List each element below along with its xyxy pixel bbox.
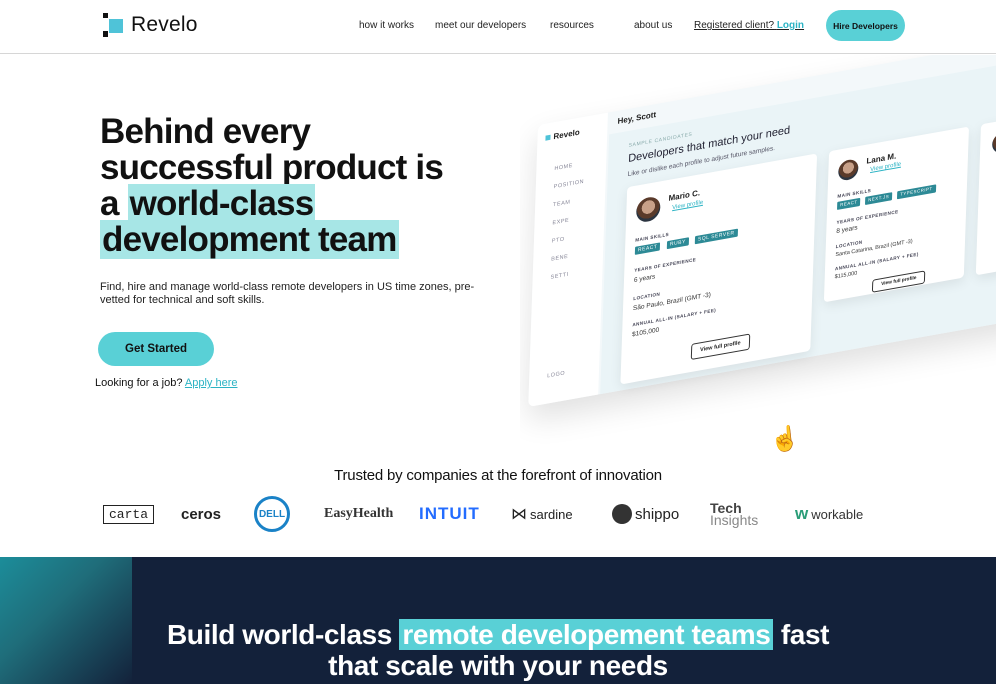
ceros-logo: ceros bbox=[181, 505, 222, 523]
skill-tag: REACT bbox=[634, 242, 661, 255]
revelo-logo-mark-icon bbox=[103, 13, 125, 37]
headline-line-4: development team bbox=[100, 220, 520, 259]
mockup-sidebar-item: PTO bbox=[551, 236, 565, 245]
nav-link-about-us[interactable]: about us bbox=[634, 20, 672, 31]
headline-line-2: successful product is bbox=[100, 148, 444, 187]
nav-link-how-it-works[interactable]: how it works bbox=[359, 20, 414, 31]
insights-text: Insights bbox=[710, 512, 759, 528]
mockup-sidebar-item: HOME bbox=[554, 162, 573, 173]
skill-tag: SQL SERVER bbox=[694, 228, 738, 245]
workable-mark-icon: w bbox=[795, 504, 809, 523]
workable-logo-text: workable bbox=[811, 506, 864, 522]
avatar bbox=[635, 195, 661, 224]
avatar bbox=[991, 130, 996, 155]
mockup-sidebar-item: EXPE bbox=[552, 217, 570, 227]
mockup-sidebar-item: BENE bbox=[551, 253, 569, 263]
sardine-mark-icon: ⋈ bbox=[511, 506, 527, 523]
location-label: LOCATION bbox=[633, 291, 661, 302]
client-logos: carta ceros DELL EasyHealth INTUIT ⋈ sard… bbox=[0, 492, 996, 536]
job-prompt-text: Looking for a job? bbox=[95, 377, 183, 389]
shippo-mark-icon bbox=[612, 504, 632, 524]
nav-link-resources[interactable]: resources bbox=[550, 20, 594, 31]
salary-value: $115,000 bbox=[834, 270, 858, 281]
mockup-sidebar-item: TEAM bbox=[552, 199, 571, 209]
headline-line-1: Behind every bbox=[100, 112, 311, 151]
view-full-profile-button: View full profile bbox=[690, 333, 750, 361]
easyhealth-logo: EasyHealth bbox=[324, 506, 394, 521]
hire-developers-button[interactable]: Hire Developers bbox=[826, 10, 905, 41]
sardine-logo-text: sardine bbox=[530, 506, 573, 522]
login-link[interactable]: Login bbox=[777, 20, 804, 31]
mockup-sidebar-item: LOGO bbox=[547, 370, 566, 380]
top-navbar: Revelo how it works meet our developers … bbox=[0, 0, 996, 54]
carta-logo: carta bbox=[103, 492, 155, 536]
shippo-logo-text: shippo bbox=[635, 505, 680, 523]
apply-here-link[interactable]: Apply here bbox=[185, 377, 238, 389]
mockup-sidebar: Revelo HOME POSITION TEAM EXPE PTO BENE … bbox=[528, 112, 608, 407]
workable-logo: w workable bbox=[795, 492, 863, 536]
bottom-banner: Build world-class remote developement te… bbox=[0, 557, 996, 684]
mockup-logo: Revelo bbox=[545, 128, 580, 143]
candidate-card: Lana M. View profile MAIN SKILLS REACT N… bbox=[823, 126, 970, 303]
trusted-by-heading: Trusted by companies at the forefront of… bbox=[334, 467, 662, 484]
headline-line-3: a world-class bbox=[100, 184, 520, 223]
banner-title-suffix: fast bbox=[773, 619, 830, 650]
intuit-logo: INTUIT bbox=[419, 504, 480, 523]
logo-text: Revelo bbox=[131, 13, 198, 36]
registered-client: Registered client? Login bbox=[694, 20, 804, 31]
shippo-logo: shippo bbox=[612, 492, 679, 536]
banner-title-highlight: remote developement teams bbox=[399, 619, 774, 650]
banner-title: Build world-class remote developement te… bbox=[0, 619, 996, 681]
skill-tag: REACT bbox=[836, 197, 861, 210]
get-started-button[interactable]: Get Started bbox=[98, 332, 214, 366]
hero-headline: Behind every successful product is a wor… bbox=[100, 112, 520, 259]
salary-value: $105,000 bbox=[631, 326, 660, 339]
banner-title-prefix: Build world-class bbox=[166, 619, 400, 650]
skill-tag: NEXT.JS bbox=[864, 192, 893, 206]
hand-cursor-icon: ☝ bbox=[768, 424, 802, 455]
product-mockup: Revelo HOME POSITION TEAM EXPE PTO BENE … bbox=[520, 55, 996, 455]
avatar bbox=[837, 158, 859, 182]
salary-label: ANNUAL ALL-IN (SALARY + FEE) bbox=[632, 307, 717, 328]
nav-link-meet-developers[interactable]: meet our developers bbox=[435, 20, 526, 31]
mockup-sidebar-item: POSITION bbox=[553, 178, 585, 191]
headline-highlight-world-class: world-class bbox=[127, 184, 316, 223]
skills-label: MAIN SKILLS bbox=[635, 231, 670, 243]
hero-subtitle: Find, hire and manage world-class remote… bbox=[100, 281, 475, 306]
revelo-logo[interactable]: Revelo bbox=[103, 12, 198, 38]
carta-logo-text: carta bbox=[103, 504, 155, 524]
dell-logo: DELL bbox=[254, 496, 290, 532]
view-profile-link: View profile bbox=[672, 199, 704, 212]
experience-label: YEARS OF EXPERIENCE bbox=[634, 256, 697, 274]
mockup-screen: Revelo HOME POSITION TEAM EXPE PTO BENE … bbox=[528, 55, 996, 407]
experience-value: 6 years bbox=[633, 273, 656, 285]
candidate-card: Mario C. View profile MAIN SKILLS REACT … bbox=[620, 153, 818, 385]
banner-title-line-2: that scale with your needs bbox=[328, 650, 668, 681]
sardine-logo: ⋈ sardine bbox=[511, 492, 573, 536]
experience-value: 8 years bbox=[836, 224, 858, 236]
headline-highlight-development-team: development team bbox=[100, 220, 399, 259]
job-prompt: Looking for a job? Apply here bbox=[95, 377, 238, 389]
skill-tag: TYPESCRIPT bbox=[896, 184, 936, 200]
techinsights-logo: Tech Insights bbox=[710, 492, 758, 536]
headline-line-3-prefix: a bbox=[100, 184, 128, 223]
mockup-sidebar-item: SETTI bbox=[550, 271, 569, 281]
skill-tag: RUBY bbox=[666, 237, 689, 250]
registered-client-text: Registered client? bbox=[694, 20, 775, 31]
experience-label: YEARS OF EXPERIENCE bbox=[836, 209, 899, 226]
